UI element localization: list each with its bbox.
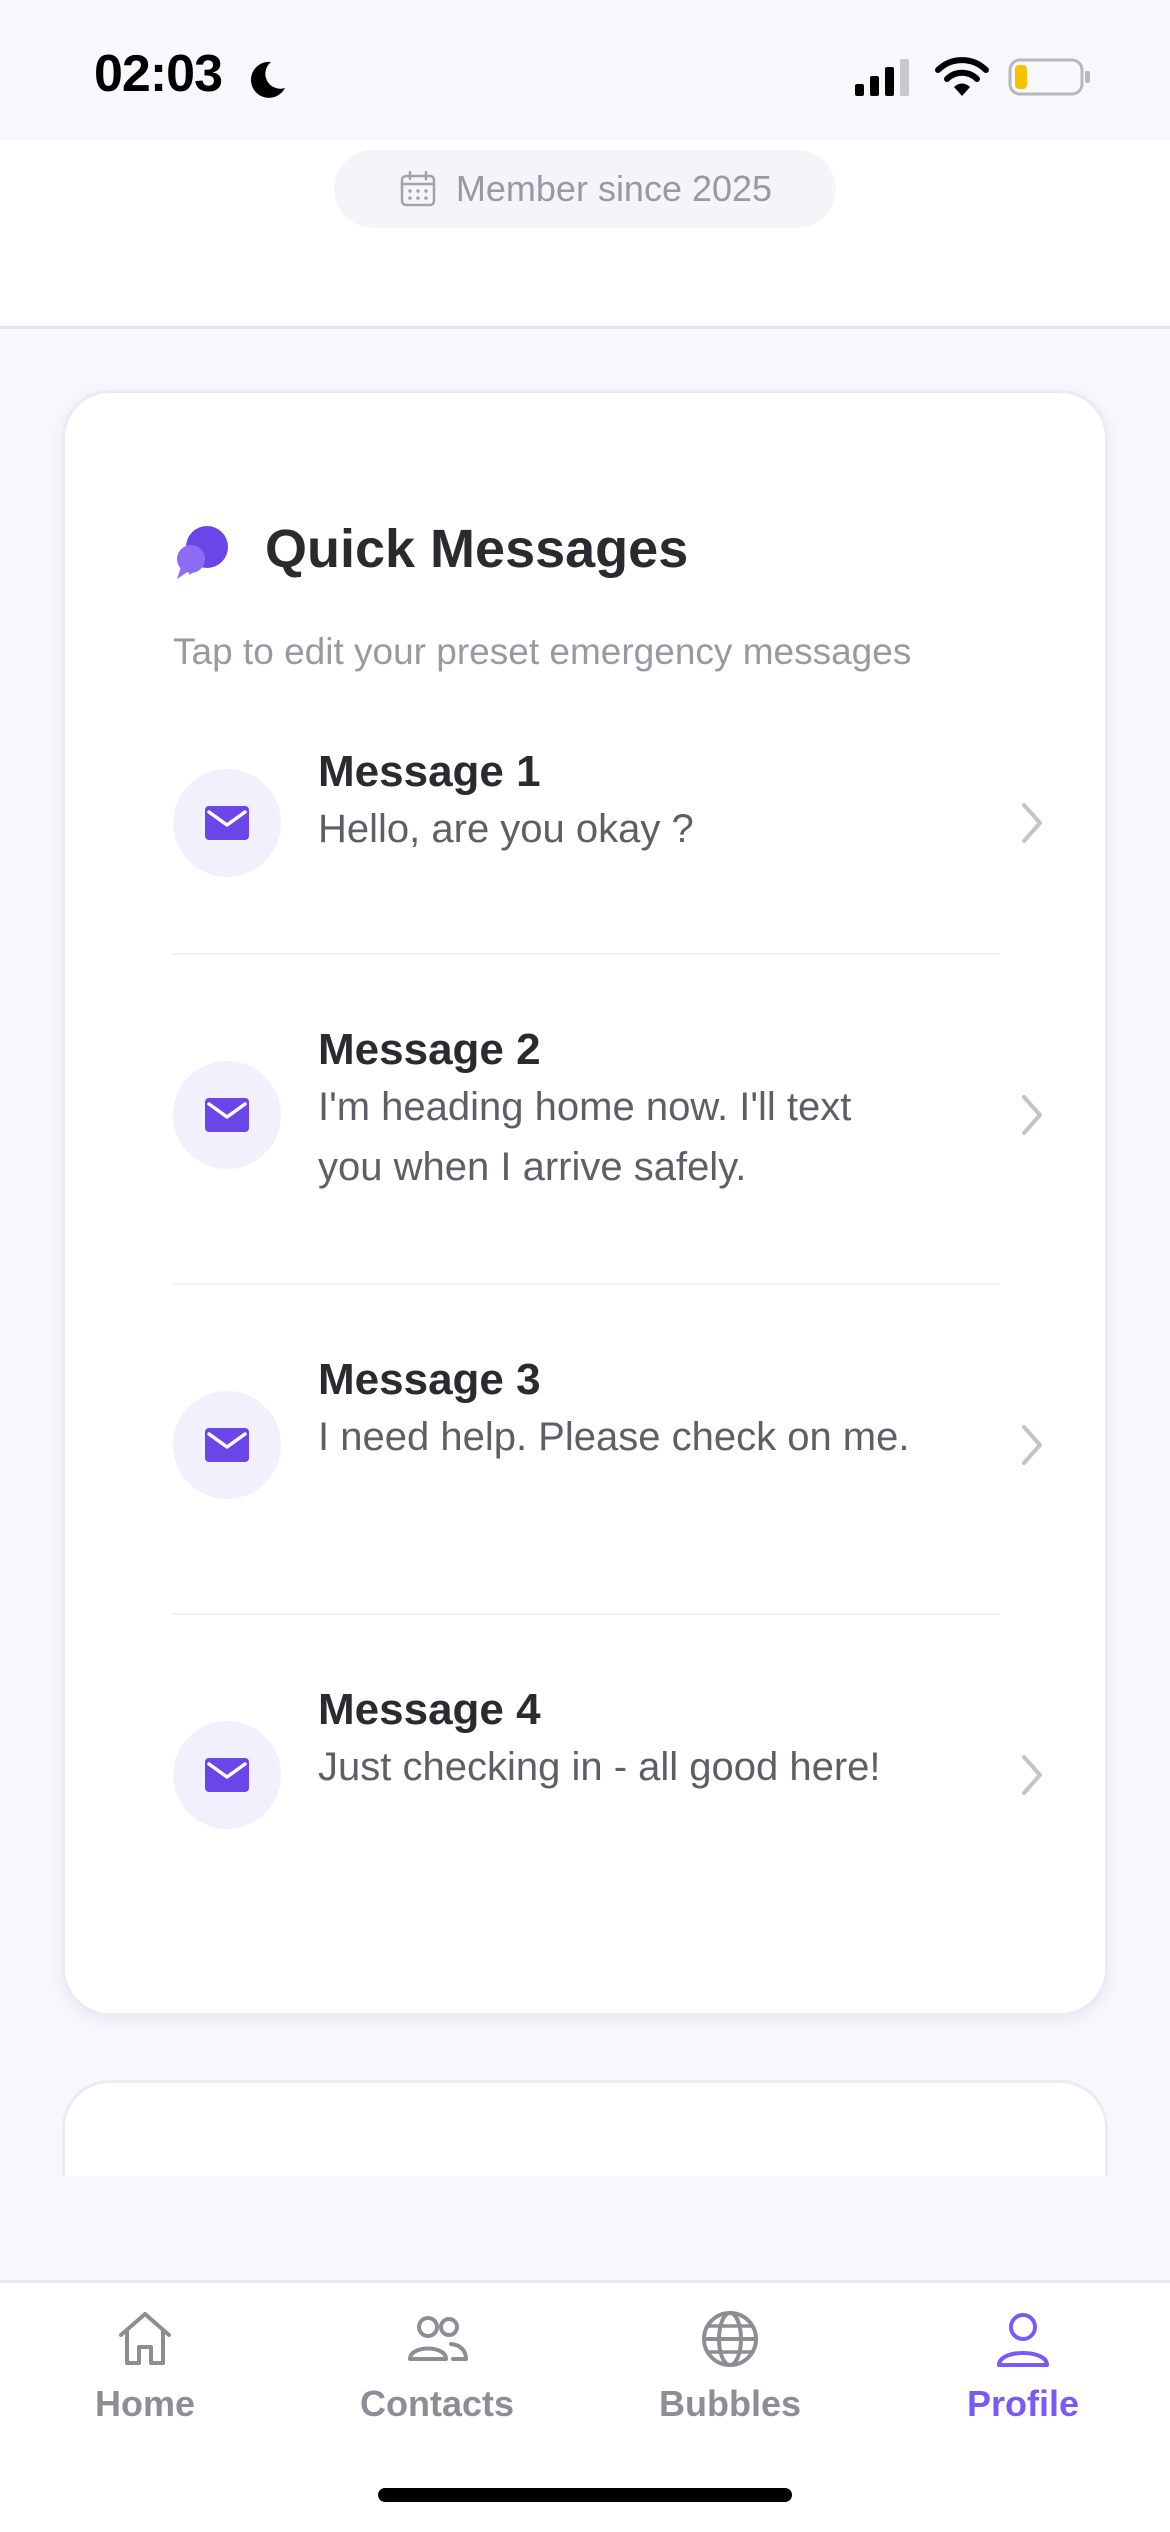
message-icon-container — [173, 1721, 281, 1829]
battery-icon — [1008, 58, 1090, 96]
moon-icon — [250, 61, 285, 98]
divider — [173, 1613, 999, 1615]
message-icon-container — [173, 1391, 281, 1499]
message-icon-container — [173, 1061, 281, 1169]
quick-messages-title: Quick Messages — [265, 519, 689, 579]
contacts-icon — [408, 2316, 468, 2361]
chevron-right-icon — [1022, 803, 1042, 843]
message-item-1[interactable]: Message 1 Hello, are you okay ? — [173, 747, 1042, 943]
message-text: Hello, are you okay ? — [318, 807, 694, 851]
tab-bubbles[interactable]: Bubbles — [585, 2283, 875, 2463]
signal-icon — [855, 59, 909, 96]
member-since-label: Member since 2025 — [455, 168, 773, 209]
message-title: Message 1 — [318, 747, 541, 796]
envelope-icon — [205, 1428, 249, 1462]
tab-profile[interactable]: Profile — [878, 2283, 1168, 2463]
status-bar: 02:03 — [0, 0, 1170, 140]
message-text: Just checking in - all good here! — [318, 1745, 881, 1789]
wifi-icon — [935, 57, 989, 96]
quick-messages-subtitle: Tap to edit your preset emergency messag… — [173, 631, 912, 672]
quick-messages-card: Quick Messages Tap to edit your preset e… — [62, 390, 1108, 2016]
message-text: I'm heading home now. I'll text you when… — [318, 1085, 852, 1189]
person-icon — [997, 2313, 1049, 2367]
chevron-right-icon — [1022, 1095, 1042, 1135]
home-icon — [119, 2312, 171, 2365]
message-title: Message 4 — [318, 1685, 541, 1734]
tab-label: Profile — [966, 2383, 1080, 2424]
profile-header: Member since 2025 — [0, 140, 1170, 329]
envelope-icon — [205, 1758, 249, 1792]
chevron-right-icon — [1022, 1425, 1042, 1465]
message-text: I need help. Please check on me. — [318, 1415, 910, 1459]
envelope-icon — [205, 806, 249, 840]
message-icon-container — [173, 769, 281, 877]
message-item-2[interactable]: Message 2 I'm heading home now. I'll tex… — [173, 1025, 1042, 1253]
message-title: Message 3 — [318, 1355, 541, 1404]
status-time: 02:03 — [94, 45, 223, 103]
member-since-badge: Member since 2025 — [334, 150, 836, 228]
tab-label: Home — [94, 2383, 196, 2424]
divider — [173, 953, 999, 955]
calendar-icon — [400, 170, 436, 207]
tab-home[interactable]: Home — [0, 2283, 290, 2463]
tab-contacts[interactable]: Contacts — [292, 2283, 582, 2463]
chevron-right-icon — [1022, 1755, 1042, 1795]
message-item-3[interactable]: Message 3 I need help. Please check on m… — [173, 1355, 1042, 1583]
envelope-icon — [205, 1098, 249, 1132]
message-item-4[interactable]: Message 4 Just checking in - all good he… — [173, 1685, 1042, 1913]
divider — [173, 1283, 999, 1285]
tab-label: Contacts — [359, 2383, 515, 2424]
chat-bubbles-icon — [177, 526, 228, 579]
home-indicator[interactable] — [378, 2488, 792, 2502]
tab-label: Bubbles — [658, 2383, 801, 2424]
message-title: Message 2 — [318, 1025, 541, 1074]
scroll-area-end — [0, 2176, 1170, 2280]
globe-icon — [702, 2311, 758, 2367]
